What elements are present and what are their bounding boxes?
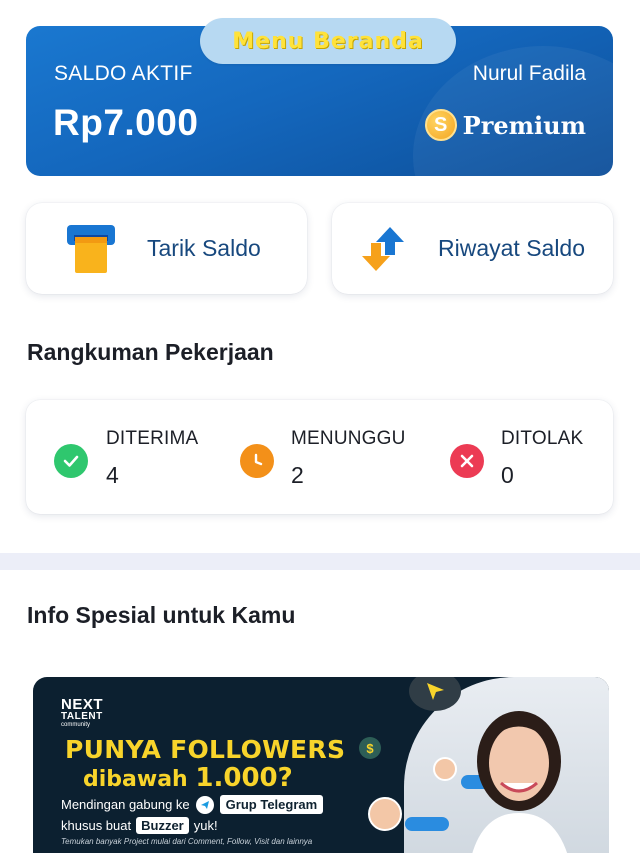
banner-footnote: Temukan banyak Project mulai dari Commen… xyxy=(61,837,313,846)
stat-label: DITOLAK xyxy=(501,428,584,449)
withdraw-label: Tarik Saldo xyxy=(147,235,261,261)
stat-label: MENUNGGU xyxy=(291,428,406,449)
stat-value: 2 xyxy=(291,462,304,488)
section-divider xyxy=(0,553,640,570)
dollar-icon: $ xyxy=(359,737,381,759)
balance-label: SALDO AKTIF xyxy=(54,62,193,85)
premium-label: Premium xyxy=(462,110,586,140)
banner-subheadline: dibawah 1.000? xyxy=(83,763,293,793)
history-button[interactable]: Riwayat Saldo xyxy=(332,203,613,294)
banner-headline: PUNYA FOLLOWERS xyxy=(65,735,346,764)
clock-icon xyxy=(240,444,274,478)
special-info-title: Info Spesial untuk Kamu xyxy=(27,602,296,628)
wallet-icon xyxy=(66,223,116,275)
check-circle-icon xyxy=(54,444,88,478)
summary-title: Rangkuman Pekerjaan xyxy=(27,339,274,365)
stat-value: 0 xyxy=(501,462,514,488)
avatar xyxy=(433,757,457,781)
menu-sticker-overlay: Menu Beranda xyxy=(200,18,456,64)
banner-sub-line: khusus buat Buzzer yuk! xyxy=(61,817,218,834)
avatar xyxy=(368,797,402,831)
banner-cta-line: Mendingan gabung ke Grup Telegram xyxy=(61,795,324,814)
premium-coin-icon: S xyxy=(424,109,457,141)
stat-value: 4 xyxy=(106,462,119,488)
history-label: Riwayat Saldo xyxy=(438,235,586,261)
user-name: Nurul Fadila xyxy=(472,62,586,85)
swap-arrows-icon xyxy=(360,225,406,273)
summary-card: DITERIMA 4 MENUNGGU 2 DITOLAK 0 xyxy=(26,400,613,514)
brand-logo: NEXT TALENT community xyxy=(61,696,104,728)
x-circle-icon xyxy=(450,444,484,478)
withdraw-button[interactable]: Tarik Saldo xyxy=(26,203,307,294)
premium-badge: S Premium xyxy=(424,109,586,141)
promo-banner[interactable]: NEXT TALENT community $ PUNYA FOLLOWERS … xyxy=(33,677,609,853)
woman-photo xyxy=(472,711,567,853)
chat-bubble xyxy=(405,817,449,831)
telegram-icon xyxy=(195,795,214,814)
stat-label: DITERIMA xyxy=(106,428,199,449)
balance-amount: Rp7.000 xyxy=(53,102,199,143)
